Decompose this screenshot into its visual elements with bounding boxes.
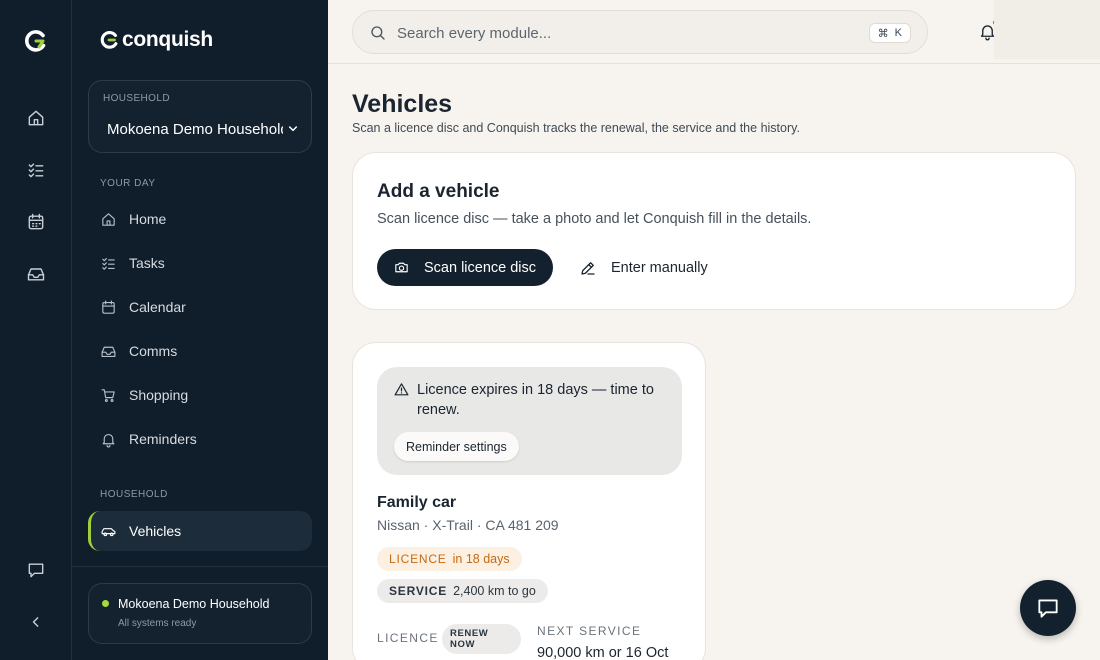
licence-pill-value: in 18 days [452, 552, 510, 566]
sidebar-item-label: Home [129, 211, 167, 227]
status-dot [102, 600, 109, 607]
sidebar-item-shopping[interactable]: Shopping [88, 375, 312, 415]
topbar: ⌘ K [328, 0, 1100, 64]
brand-logo[interactable]: conquish [98, 28, 213, 52]
vehicle-meta: Nissan · X-Trail · CA 481 209 [377, 517, 559, 533]
vehicle-card[interactable]: Licence expires in 18 days — time to ren… [352, 342, 706, 660]
add-vehicle-card: Add a vehicle Scan licence disc — take a… [352, 152, 1076, 310]
chat-assistant-button[interactable] [1020, 580, 1076, 636]
shortcut-hint: ⌘ K [868, 23, 911, 43]
sidebar-item-home[interactable]: Home [88, 199, 312, 239]
rail-inbox-icon[interactable] [24, 262, 48, 286]
scan-licence-disc-label: Scan licence disc [424, 259, 537, 276]
licence-status-pill: LICENCE in 18 days [377, 547, 522, 571]
sidebar-item-vehicles[interactable]: Vehicles [88, 511, 312, 551]
service-pill-value: 2,400 km to go [453, 584, 536, 598]
scan-licence-disc-button[interactable]: Scan licence disc [377, 249, 553, 286]
service-status-pill: SERVICE 2,400 km to go [377, 579, 548, 603]
add-vehicle-title: Add a vehicle [377, 181, 500, 202]
sidebar-item-label: Reminders [129, 431, 197, 447]
sidebar: conquish HOUSEHOLD Mokoena Demo Househol… [72, 0, 328, 660]
chevron-down-icon [285, 121, 301, 137]
shortcut-key: K [894, 27, 902, 39]
next-service-label: NEXT SERVICE [537, 624, 642, 638]
search-icon [369, 24, 387, 42]
checklist-icon [102, 257, 115, 270]
page-subtitle: Scan a licence disc and Conquish tracks … [352, 121, 800, 135]
licence-label: LICENCE [377, 631, 439, 645]
renew-now-badge[interactable]: RENEW NOW [442, 624, 521, 654]
collapse-chevron-icon[interactable] [24, 610, 48, 634]
rail-chat-icon[interactable] [24, 558, 48, 582]
sidebar-item-reminders[interactable]: Reminders [88, 419, 312, 459]
service-pill-key: SERVICE [389, 584, 448, 598]
household-selector[interactable]: HOUSEHOLD Mokoena Demo Household [88, 80, 312, 153]
search-bar[interactable]: ⌘ K [352, 10, 928, 54]
camera-icon [395, 262, 408, 273]
sidebar-item-label: Vehicles [129, 523, 182, 539]
icon-rail [0, 0, 72, 660]
status-text: All systems ready [118, 618, 197, 629]
household-value: Mokoena Demo Household [107, 121, 283, 138]
sidebar-item-tasks[interactable]: Tasks [88, 243, 312, 283]
home-icon [102, 212, 115, 226]
search-input[interactable] [397, 21, 857, 45]
household-status-card[interactable]: Mokoena Demo Household All systems ready [88, 583, 312, 644]
sidebar-item-label: Shopping [129, 387, 189, 403]
rail-calendar-icon[interactable] [24, 210, 48, 234]
cart-icon [101, 388, 115, 402]
enter-manually-button[interactable]: Enter manually [579, 249, 708, 286]
sidebar-item-label: Tasks [129, 255, 165, 271]
section-label-household: HOUSEHOLD [100, 489, 168, 500]
vehicle-name: Family car [377, 494, 457, 511]
licence-pill-key: LICENCE [389, 552, 447, 566]
car-icon [101, 527, 116, 536]
household-caption: HOUSEHOLD [103, 93, 170, 104]
sidebar-item-label: Comms [129, 343, 178, 359]
reminder-settings-button[interactable]: Reminder settings [394, 432, 519, 461]
warning-triangle-icon [393, 381, 410, 398]
user-menu-area[interactable] [994, 0, 1100, 59]
command-key-symbol: ⌘ [877, 27, 889, 40]
next-service-value: 90,000 km or 16 Oct [537, 645, 669, 660]
sidebar-item-label: Calendar [129, 299, 186, 315]
sidebar-item-calendar[interactable]: Calendar [88, 287, 312, 327]
sidebar-divider [72, 566, 328, 567]
rail-tasks-icon[interactable] [24, 158, 48, 182]
pencil-icon [581, 261, 595, 275]
inbox-icon [101, 346, 116, 357]
chat-bubble-icon [1038, 599, 1058, 618]
page-title: Vehicles [352, 90, 453, 118]
status-household-name: Mokoena Demo Household [118, 597, 270, 611]
add-vehicle-description: Scan licence disc — take a photo and let… [377, 211, 812, 227]
calendar-icon [102, 300, 115, 314]
sidebar-item-comms[interactable]: Comms [88, 331, 312, 371]
bell-icon [102, 433, 115, 447]
licence-expiry-alert: Licence expires in 18 days — time to ren… [377, 367, 682, 475]
brand-name: conquish [122, 28, 213, 51]
rail-home-icon[interactable] [24, 106, 48, 130]
alert-text: Licence expires in 18 days — time to ren… [417, 382, 654, 418]
brand-mark-icon [100, 31, 118, 49]
app-logo-icon[interactable] [24, 29, 48, 53]
enter-manually-label: Enter manually [611, 259, 708, 276]
section-label-your-day: YOUR DAY [100, 178, 156, 189]
